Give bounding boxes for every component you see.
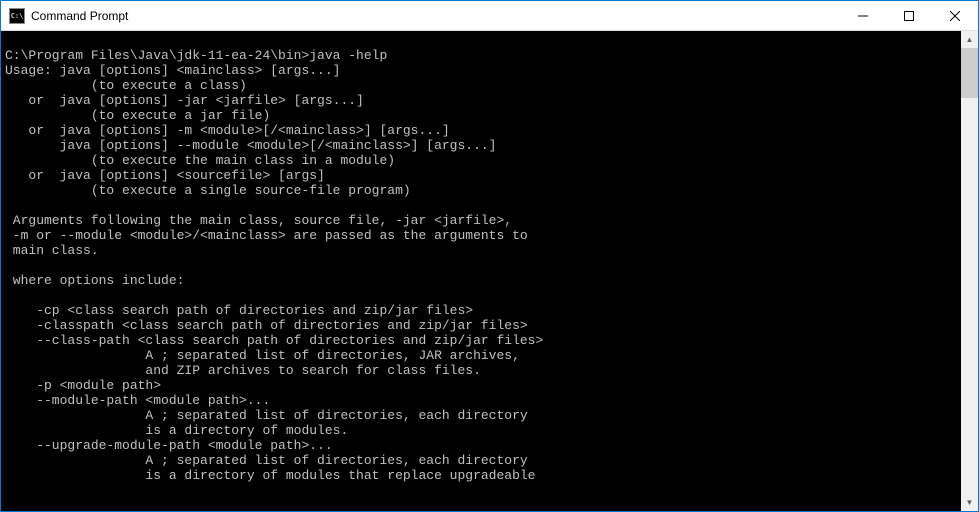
terminal-output[interactable]: C:\Program Files\Java\jdk-11-ea-24\bin>j… [1, 31, 961, 511]
scroll-thumb[interactable] [961, 48, 978, 98]
scroll-up-arrow[interactable]: ▲ [961, 31, 978, 48]
scroll-track[interactable] [961, 48, 978, 494]
minimize-icon [858, 11, 868, 21]
maximize-icon [904, 11, 914, 21]
minimize-button[interactable] [840, 1, 886, 30]
close-button[interactable] [932, 1, 978, 30]
vertical-scrollbar[interactable]: ▲ ▼ [961, 31, 978, 511]
window-title: Command Prompt [31, 9, 840, 23]
maximize-button[interactable] [886, 1, 932, 30]
scroll-down-arrow[interactable]: ▼ [961, 494, 978, 511]
cmd-icon: C:\ [9, 8, 25, 24]
window-controls [840, 1, 978, 30]
terminal-container: C:\Program Files\Java\jdk-11-ea-24\bin>j… [1, 31, 978, 511]
close-icon [950, 11, 960, 21]
window-titlebar: C:\ Command Prompt [1, 1, 978, 31]
